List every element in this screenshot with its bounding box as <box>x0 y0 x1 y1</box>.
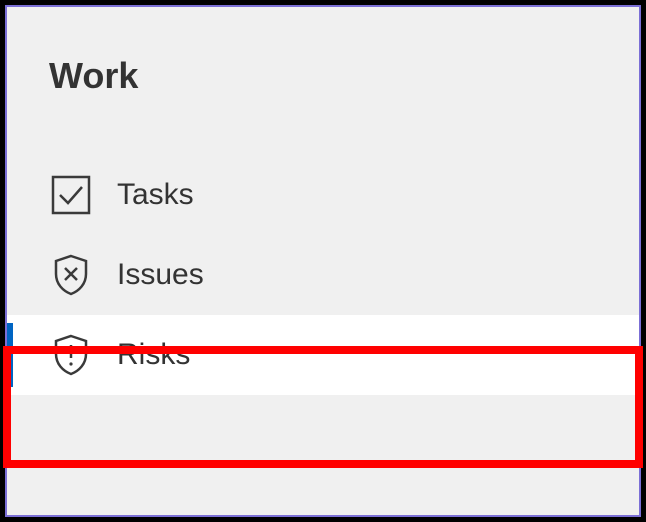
shield-exclamation-icon <box>49 333 93 377</box>
section-title: Work <box>7 7 639 97</box>
nav-list: Tasks Issues Risks <box>7 155 639 395</box>
nav-item-label: Issues <box>117 258 204 292</box>
sidebar-panel: Work Tasks Issues <box>5 5 641 517</box>
nav-item-label: Risks <box>117 338 190 372</box>
checkbox-checked-icon <box>49 173 93 217</box>
nav-item-risks[interactable]: Risks <box>7 315 639 395</box>
nav-item-issues[interactable]: Issues <box>7 235 639 315</box>
shield-x-icon <box>49 253 93 297</box>
nav-item-tasks[interactable]: Tasks <box>7 155 639 235</box>
nav-item-label: Tasks <box>117 178 194 212</box>
